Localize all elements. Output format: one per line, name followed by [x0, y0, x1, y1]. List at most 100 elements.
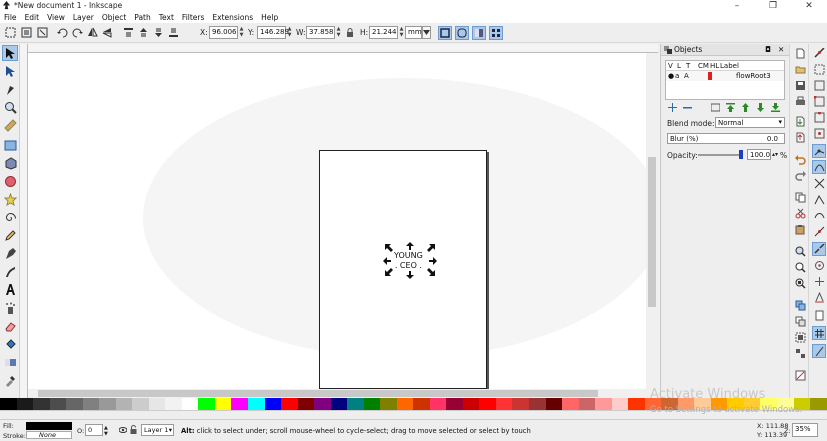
- pen-tool-icon[interactable]: [2, 245, 18, 261]
- palette-swatch[interactable]: [529, 398, 546, 410]
- unlock-icon[interactable]: a: [675, 72, 684, 80]
- opacity-o-spin[interactable]: ▲ ▼: [104, 425, 108, 437]
- 3d-box-tool-icon[interactable]: [2, 155, 18, 171]
- palette-swatch[interactable]: [264, 398, 282, 410]
- snap-bbox-midpoint-icon[interactable]: [812, 110, 826, 124]
- y-field[interactable]: 146.289: [257, 26, 289, 39]
- palette-swatch[interactable]: [396, 398, 414, 410]
- tweak-tool-icon[interactable]: [2, 81, 18, 97]
- palette-swatch[interactable]: [628, 398, 645, 410]
- menu-path[interactable]: Path: [134, 13, 150, 22]
- palette-swatch[interactable]: [148, 398, 166, 410]
- vertical-ruler[interactable]: [20, 44, 28, 398]
- zoom-field[interactable]: 35%: [792, 423, 818, 437]
- palette-swatch[interactable]: [562, 398, 579, 410]
- palette-swatch[interactable]: [545, 398, 563, 410]
- zoom-tool-icon[interactable]: [2, 99, 18, 115]
- spiral-tool-icon[interactable]: [2, 209, 18, 225]
- highlight-color-swatch[interactable]: [708, 72, 718, 80]
- col-type[interactable]: T: [684, 62, 696, 70]
- palette-swatch[interactable]: [462, 398, 480, 410]
- panel-close-icon[interactable]: ✕: [778, 45, 784, 54]
- eraser-tool-icon[interactable]: [2, 318, 18, 334]
- eye-icon[interactable]: [119, 426, 127, 434]
- col-visible[interactable]: V: [666, 62, 675, 70]
- move-to-layer-icon[interactable]: [710, 102, 721, 113]
- col-locked[interactable]: L: [675, 62, 684, 70]
- palette-swatch[interactable]: [181, 398, 199, 410]
- palette-swatch[interactable]: [413, 398, 430, 410]
- ungroup-icon[interactable]: [793, 346, 807, 360]
- opacity-slider[interactable]: [698, 154, 742, 156]
- palette-swatch[interactable]: [495, 398, 513, 410]
- flip-horizontal-icon[interactable]: [86, 26, 99, 39]
- palette-swatch[interactable]: [132, 398, 149, 410]
- col-highlight[interactable]: HL: [708, 62, 719, 70]
- zoom-drawing-icon[interactable]: [793, 260, 807, 274]
- snap-guides-icon[interactable]: [812, 344, 826, 358]
- group-icon[interactable]: [793, 330, 807, 344]
- palette-swatch[interactable]: [347, 398, 364, 410]
- h-field[interactable]: 21.244: [369, 26, 398, 39]
- opacity-slider-handle[interactable]: [739, 150, 743, 159]
- snap-toggle-icon[interactable]: [812, 46, 826, 60]
- lower-to-bottom-icon[interactable]: [167, 26, 180, 39]
- fill-indicator[interactable]: [26, 422, 72, 430]
- snap-path-intersections-icon[interactable]: [812, 176, 826, 190]
- palette-swatch[interactable]: [99, 398, 116, 410]
- blur-slider[interactable]: Blur (%) 0.0: [667, 133, 785, 144]
- snap-cusp-nodes-icon[interactable]: [812, 192, 826, 206]
- remove-icon[interactable]: [682, 102, 693, 113]
- menu-view[interactable]: View: [47, 13, 65, 22]
- deselect-icon[interactable]: [36, 26, 49, 39]
- snap-paths-icon[interactable]: [812, 160, 826, 174]
- select-all-layers-icon[interactable]: [20, 26, 33, 39]
- snap-others-icon[interactable]: [812, 242, 826, 256]
- text-tool-icon[interactable]: [2, 281, 18, 297]
- horizontal-ruler[interactable]: [28, 44, 658, 53]
- raise-to-top-icon[interactable]: [122, 26, 135, 39]
- undo-icon[interactable]: [793, 152, 807, 166]
- clone-icon[interactable]: [793, 314, 807, 328]
- resize-handle-se[interactable]: [427, 268, 435, 276]
- raise-icon[interactable]: [137, 26, 150, 39]
- measure-tool-icon[interactable]: [2, 117, 18, 133]
- flip-vertical-icon[interactable]: [101, 26, 114, 39]
- menu-extensions[interactable]: Extensions: [212, 13, 253, 22]
- palette-swatch[interactable]: [479, 398, 496, 410]
- palette-swatch[interactable]: [66, 398, 83, 410]
- copy-icon[interactable]: [793, 190, 807, 204]
- menu-text[interactable]: Text: [159, 13, 174, 22]
- horizontal-scrollbar[interactable]: [28, 389, 646, 398]
- add-icon[interactable]: [667, 102, 678, 113]
- raise-arrow-icon[interactable]: [740, 102, 751, 113]
- rectangle-tool-icon[interactable]: [2, 137, 18, 153]
- stroke-indicator[interactable]: None: [26, 431, 72, 439]
- resize-handle-w[interactable]: [383, 257, 391, 265]
- vertical-scrollbar[interactable]: [646, 53, 658, 389]
- lower-to-bottom-arrow-icon[interactable]: [770, 102, 781, 113]
- eye-icon[interactable]: ●: [666, 72, 675, 80]
- menu-help[interactable]: Help: [261, 13, 278, 22]
- palette-swatch[interactable]: [0, 398, 17, 410]
- chevron-down-icon[interactable]: [422, 26, 431, 39]
- selector-tool-icon[interactable]: [2, 45, 18, 61]
- palette-swatch[interactable]: [297, 398, 315, 410]
- selected-text-object[interactable]: YOUNG . CEO .: [394, 251, 423, 271]
- lock-icon[interactable]: [346, 28, 354, 37]
- pencil-tool-icon[interactable]: [2, 227, 18, 243]
- rotate-cw-icon[interactable]: [71, 26, 84, 39]
- fill-stroke-icon[interactable]: [793, 368, 807, 382]
- x-spin[interactable]: ▲ ▼: [238, 26, 245, 39]
- export-icon[interactable]: [793, 130, 807, 144]
- save-icon[interactable]: [793, 78, 807, 92]
- dropper-tool-icon[interactable]: [2, 372, 18, 388]
- snap-nodes-icon[interactable]: [812, 144, 826, 158]
- scale-corners-toggle[interactable]: [455, 26, 469, 40]
- menu-filters[interactable]: Filters: [182, 13, 204, 22]
- object-label[interactable]: flowRoot3: [736, 72, 771, 80]
- x-field[interactable]: 96.006: [209, 26, 238, 39]
- palette-swatch[interactable]: [380, 398, 397, 410]
- unit-select[interactable]: mm: [405, 26, 422, 39]
- resize-handle-e[interactable]: [429, 257, 437, 265]
